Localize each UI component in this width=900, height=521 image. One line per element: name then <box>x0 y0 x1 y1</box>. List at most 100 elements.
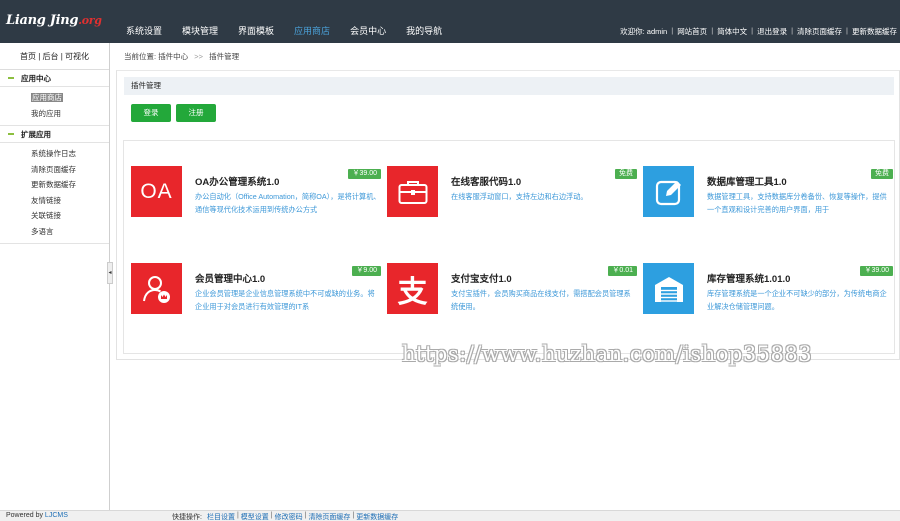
breadcrumb-current: 插件管理 <box>209 52 240 61</box>
edit-svg <box>655 180 681 205</box>
main-nav: 系统设置 模块管理 界面模板 应用商店 会员中心 我的导航 <box>116 0 452 43</box>
breadcrumb: 当前位置: 插件中心 >> 插件管理 <box>116 43 900 70</box>
logout-link[interactable]: 退出登录 <box>757 26 787 37</box>
sidebar-item-label: 我的应用 <box>31 108 61 118</box>
powered-prefix: Powered by <box>6 512 43 519</box>
plugin-title[interactable]: 会员管理中心1.0 <box>195 271 265 285</box>
member-icon <box>131 263 182 314</box>
plugin-description: 企业会员管理是企业信息管理系统中不可或缺的业务。将企业用于对会员进行有效管理的I… <box>195 289 375 311</box>
nav-interface-templates[interactable]: 界面模板 <box>228 0 284 43</box>
minus-icon <box>8 133 14 135</box>
quick-clear-page-cache[interactable]: 清除页面缓存 <box>308 512 350 521</box>
logo-text: Liang Jing <box>6 13 79 28</box>
sidebar-group-title: 扩展应用 <box>21 129 51 139</box>
price-badge: 免费 <box>871 169 893 179</box>
price-badge: ￥39.00 <box>348 169 381 179</box>
price-badge: ￥39.00 <box>860 266 893 276</box>
plugin-title[interactable]: 库存管理系统1.01.0 <box>707 271 790 285</box>
oa-icon: OA <box>131 166 182 217</box>
plugin-title[interactable]: OA办公管理系统1.0 <box>195 174 279 188</box>
clear-page-cache-link[interactable]: 清除页面缓存 <box>797 26 842 37</box>
plugin-card[interactable]: 支 支付宝支付1.0 ￥0.01 支付宝插件，会员购买商品在线支付，需搭配会员管… <box>387 263 637 318</box>
sidebar-item-app-store[interactable]: 应用商店 <box>0 90 109 106</box>
quick-label: 快捷操作: <box>172 514 202 521</box>
sidebar: 首页 | 后台 | 可视化 应用中心 应用商店 我的应用 扩展应用 系统操作日志… <box>0 43 110 510</box>
member-svg <box>142 275 170 303</box>
warehouse-svg <box>654 276 683 302</box>
alipay-icon: 支 <box>387 263 438 314</box>
breadcrumb-parent[interactable]: 插件中心 <box>158 52 188 61</box>
sidebar-item-label: 多语言 <box>31 226 54 236</box>
welcome-text: 欢迎你: admin <box>620 27 668 36</box>
minus-icon <box>8 77 14 79</box>
plugin-description: 库存管理系统是一个企业不可缺少的部分，为传统电商企业解决仓储管理问题。 <box>707 289 887 311</box>
sidebar-item-my-apps[interactable]: 我的应用 <box>0 106 109 122</box>
plugin-card[interactable]: 数据库管理工具1.0 免费 数据管理工具，支持数据库分卷备份、恢复等操作，提供一… <box>643 166 893 221</box>
logo[interactable]: Liang Jing.org <box>6 13 102 29</box>
sidebar-item-label: 友情链接 <box>31 195 61 205</box>
nav-system-settings[interactable]: 系统设置 <box>116 0 172 43</box>
oa-thumb-text: OA <box>140 179 173 203</box>
panel-title: 插件管理 <box>124 77 894 95</box>
sidebar-item-operation-log[interactable]: 系统操作日志 <box>0 146 109 162</box>
powered-by: Powered by LJCMS <box>6 512 68 519</box>
logo-suffix: .org <box>78 14 102 27</box>
sidebar-item-label: 更新数据缓存 <box>31 180 76 189</box>
edit-icon <box>643 166 694 217</box>
plugin-title[interactable]: 支付宝支付1.0 <box>451 271 512 285</box>
nav-my-navigation[interactable]: 我的导航 <box>396 0 452 43</box>
sidebar-item-label: 清除页面缓存 <box>31 164 76 174</box>
plugin-grid: OA OA办公管理系统1.0 ￥39.00 办公自动化（Office Autom… <box>123 140 895 354</box>
sidebar-item-clear-cache[interactable]: 清除页面缓存 <box>0 162 109 178</box>
sidebar-item-label: 应用商店 <box>31 93 63 102</box>
main-content: 当前位置: 插件中心 >> 插件管理 插件管理 登录 注册 OA OA办公管理系… <box>116 43 900 510</box>
breadcrumb-prefix: 当前位置: <box>124 52 157 61</box>
alipay-thumb-text: 支 <box>397 274 428 310</box>
update-data-cache-link[interactable]: 更新数据缓存 <box>852 26 897 37</box>
nav-module-management[interactable]: 模块管理 <box>172 0 228 43</box>
plugin-card[interactable]: 会员管理中心1.0 ￥9.00 企业会员管理是企业信息管理系统中不可或缺的业务。… <box>131 263 381 318</box>
sidebar-quick-links[interactable]: 首页 | 后台 | 可视化 <box>0 43 109 70</box>
nav-member-center[interactable]: 会员中心 <box>340 0 396 43</box>
site-home-link[interactable]: 网站首页 <box>677 26 707 37</box>
sidebar-group-extensions[interactable]: 扩展应用 <box>0 126 109 143</box>
login-button[interactable]: 登录 <box>131 104 171 122</box>
plugin-description: 在线客服浮动窗口，支持左边和右边浮动。 <box>451 192 588 201</box>
sidebar-sublist: 系统操作日志 清除页面缓存 更新数据缓存 友情链接 关联链接 多语言 <box>0 143 109 244</box>
briefcase-svg <box>398 180 427 204</box>
breadcrumb-arrow: >> <box>194 52 204 61</box>
plugin-card[interactable]: 库存管理系统1.01.0 ￥39.00 库存管理系统是一个企业不可缺少的部分，为… <box>643 263 893 318</box>
price-badge: 免费 <box>615 169 637 179</box>
sidebar-collapse-handle[interactable]: ◂ <box>107 262 113 284</box>
footer: Powered by LJCMS 快捷操作: 栏目设置 | 模型设置 | 修改密码 |… <box>0 510 900 521</box>
plugin-title[interactable]: 数据库管理工具1.0 <box>707 174 787 188</box>
quick-change-password[interactable]: 修改密码 <box>275 512 303 521</box>
register-button[interactable]: 注册 <box>176 104 216 122</box>
sidebar-group-app-center[interactable]: 应用中心 <box>0 70 109 87</box>
quick-operations: 快捷操作: 栏目设置 | 模型设置 | 修改密码 | 清除页面缓存 | 更新数据缓存 <box>172 512 399 521</box>
plugin-title[interactable]: 在线客服代码1.0 <box>451 174 521 188</box>
sidebar-sublist: 应用商店 我的应用 <box>0 87 109 126</box>
sidebar-item-related-links[interactable]: 关联链接 <box>0 208 109 224</box>
user-bar: 欢迎你: admin | 网站首页 | 简体中文 | 退出登录 | 清除页面缓存 | 更新… <box>620 26 897 37</box>
quick-column-settings[interactable]: 栏目设置 <box>207 512 235 521</box>
sidebar-item-friend-links[interactable]: 友情链接 <box>0 193 109 209</box>
top-header: Liang Jing.org 系统设置 模块管理 界面模板 应用商店 会员中心 … <box>0 0 900 43</box>
plugin-card[interactable]: 在线客服代码1.0 免费 在线客服浮动窗口，支持左边和右边浮动。 <box>387 166 637 221</box>
watermark: https://www.huzhan.com/ishop35883 <box>402 342 813 366</box>
nav-app-store[interactable]: 应用商店 <box>284 0 340 43</box>
ljcms-link[interactable]: LJCMS <box>45 512 68 519</box>
plugin-card[interactable]: OA OA办公管理系统1.0 ￥39.00 办公自动化（Office Autom… <box>131 166 381 221</box>
sidebar-item-update-cache[interactable]: 更新数据缓存 <box>0 177 109 193</box>
quick-update-data-cache[interactable]: 更新数据缓存 <box>356 512 398 521</box>
quick-model-settings[interactable]: 模型设置 <box>241 512 269 521</box>
warehouse-icon <box>643 263 694 314</box>
plugin-description: 办公自动化（Office Automation，简称OA），是将计算机、通信等现… <box>195 192 381 214</box>
sidebar-item-multilingual[interactable]: 多语言 <box>0 224 109 240</box>
briefcase-icon <box>387 166 438 217</box>
price-badge: ￥9.00 <box>352 266 381 276</box>
sidebar-item-label: 关联链接 <box>31 211 61 220</box>
sidebar-item-label: 系统操作日志 <box>31 149 76 158</box>
plugin-description: 支付宝插件，会员购买商品在线支付，需搭配会员管理系统使用。 <box>451 289 631 311</box>
language-link[interactable]: 简体中文 <box>717 26 747 37</box>
